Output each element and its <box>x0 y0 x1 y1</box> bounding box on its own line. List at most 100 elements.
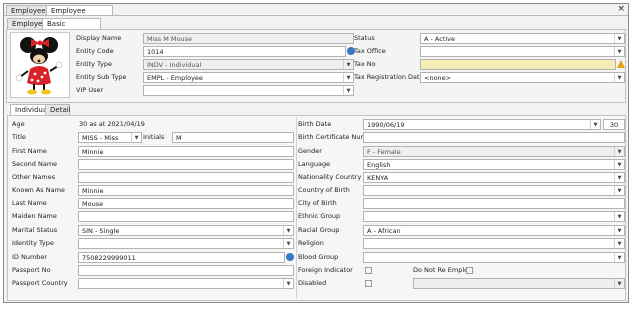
language-select[interactable]: English ▼ <box>363 159 625 170</box>
entity-code-label: Entity Code <box>76 47 114 55</box>
chevron-down-icon[interactable]: ▼ <box>283 226 293 235</box>
maiden-name-label: Maiden Name <box>12 212 57 220</box>
passport-country-select[interactable]: ▼ <box>78 278 294 289</box>
tab-individual[interactable]: Individual <box>10 104 49 115</box>
age-value: 30 as at 2021/04/19 <box>79 120 145 128</box>
known-as-name-label: Known As Name <box>12 186 65 194</box>
initials-field[interactable]: M <box>172 132 294 143</box>
chevron-down-icon[interactable]: ▼ <box>614 160 624 169</box>
disabled-label: Disabled <box>298 279 327 287</box>
tax-no-field[interactable] <box>420 59 616 70</box>
entity-type-select: INDV - Individual ▼ <box>143 59 354 70</box>
passport-no-field[interactable] <box>78 265 294 276</box>
last-name-field[interactable]: Mouse <box>78 198 294 209</box>
display-name-label: Display Name <box>76 34 122 42</box>
chevron-down-icon[interactable]: ▼ <box>343 86 353 95</box>
entity-code-field[interactable]: 1014 <box>143 46 346 57</box>
disabled-checkbox[interactable] <box>365 280 372 287</box>
nationality-country-value: KENYA <box>367 174 389 182</box>
other-names-label: Other Names <box>12 173 56 181</box>
country-of-birth-select[interactable]: ▼ <box>363 185 625 196</box>
language-value: English <box>367 161 391 169</box>
tab-basic-information[interactable]: Basic Information <box>42 18 101 39</box>
chevron-down-icon[interactable]: ▼ <box>343 73 353 82</box>
status-select[interactable]: A - Active ▼ <box>420 33 625 44</box>
gender-label: Gender <box>298 147 322 155</box>
vip-user-select[interactable]: ▼ <box>143 85 354 96</box>
title-select[interactable]: MISS - Miss ▼ <box>78 132 142 143</box>
chevron-down-icon: ▼ <box>614 279 624 288</box>
divider <box>296 117 297 299</box>
chevron-down-icon[interactable]: ▼ <box>614 34 624 43</box>
foreign-indicator-checkbox[interactable] <box>365 267 372 274</box>
do-not-re-employ-label: Do Not Re Employ <box>413 266 472 274</box>
avatar[interactable] <box>10 32 70 98</box>
blood-group-label: Blood Group <box>298 253 339 261</box>
tab-employee[interactable]: Employee <box>7 18 47 29</box>
birth-days-field[interactable]: 30 <box>603 119 625 130</box>
chevron-down-icon[interactable]: ▼ <box>614 253 624 262</box>
first-name-field[interactable]: Minnie <box>78 146 294 157</box>
nationality-country-label: Nationality Country <box>298 173 362 181</box>
tax-registration-date-select[interactable]: <none> ▼ <box>420 72 625 83</box>
known-as-name-field[interactable]: Minnie <box>78 185 294 196</box>
birth-date-field[interactable]: 1990/06/19 ▼ <box>363 119 601 130</box>
minnie-mouse-image <box>15 37 63 95</box>
id-number-field[interactable]: 7508229999011 <box>78 252 285 263</box>
religion-label: Religion <box>298 239 324 247</box>
close-icon[interactable]: × <box>617 4 625 15</box>
racial-group-value: A - African <box>367 227 401 235</box>
chevron-down-icon[interactable]: ▼ <box>131 133 141 142</box>
racial-group-select[interactable]: A - African ▼ <box>363 225 625 236</box>
blood-group-select[interactable]: ▼ <box>363 252 625 263</box>
tax-no-label: Tax No <box>354 60 376 68</box>
chevron-down-icon: ▼ <box>614 147 624 156</box>
city-of-birth-field[interactable] <box>363 198 625 209</box>
chevron-down-icon[interactable]: ▼ <box>283 239 293 248</box>
chevron-down-icon[interactable]: ▼ <box>614 226 624 235</box>
entity-sub-type-select[interactable]: EMPL - Employee ▼ <box>143 72 354 83</box>
gender-value: F - Female <box>367 148 401 156</box>
status-value: A - Active <box>424 35 456 43</box>
chevron-down-icon[interactable]: ▼ <box>283 279 293 288</box>
chevron-down-icon[interactable]: ▼ <box>614 239 624 248</box>
maiden-name-field[interactable] <box>78 211 294 222</box>
ethnic-group-select[interactable]: ▼ <box>363 211 625 222</box>
identity-type-select[interactable]: ▼ <box>78 238 294 249</box>
chevron-down-icon[interactable]: ▼ <box>614 186 624 195</box>
chevron-down-icon[interactable]: ▼ <box>614 173 624 182</box>
chevron-down-icon[interactable]: ▼ <box>614 73 624 82</box>
identity-type-label: Identity Type <box>12 239 54 247</box>
id-number-label: ID Number <box>12 253 48 261</box>
chevron-down-icon[interactable]: ▼ <box>614 212 624 221</box>
birth-date-value: 1990/06/19 <box>367 121 405 129</box>
tax-office-select[interactable]: ▼ <box>420 46 625 57</box>
initials-label: Initials <box>143 133 165 141</box>
nationality-country-select[interactable]: KENYA ▼ <box>363 172 625 183</box>
vip-user-label: VIP User <box>76 86 104 94</box>
marital-status-label: Marital Status <box>12 226 58 234</box>
disability-type-select: ▼ <box>413 278 625 289</box>
second-name-label: Second Name <box>12 160 58 168</box>
gender-select: F - Female ▼ <box>363 146 625 157</box>
display-name-field: Miss M Mouse <box>143 33 354 44</box>
second-name-field[interactable] <box>78 159 294 170</box>
entity-sub-type-value: EMPL - Employee <box>147 74 203 82</box>
passport-no-label: Passport No <box>12 266 51 274</box>
title-value: MISS - Miss <box>82 134 119 142</box>
other-names-field[interactable] <box>78 172 294 183</box>
chevron-down-icon[interactable]: ▼ <box>590 120 600 129</box>
city-of-birth-label: City of Birth <box>298 199 337 207</box>
do-not-re-employ-checkbox[interactable] <box>466 267 473 274</box>
religion-select[interactable]: ▼ <box>363 238 625 249</box>
title-label: Title <box>12 133 26 141</box>
racial-group-label: Racial Group <box>298 226 340 234</box>
tab-detail[interactable]: Detail <box>45 104 71 115</box>
birth-certificate-field[interactable] <box>363 132 625 143</box>
tax-registration-date-value: <none> <box>424 74 452 82</box>
chevron-down-icon[interactable]: ▼ <box>614 47 624 56</box>
lookup-icon[interactable] <box>286 253 294 261</box>
marital-status-value: SIN - Single <box>82 227 120 235</box>
marital-status-select[interactable]: SIN - Single ▼ <box>78 225 294 236</box>
status-label: Status <box>354 34 375 42</box>
